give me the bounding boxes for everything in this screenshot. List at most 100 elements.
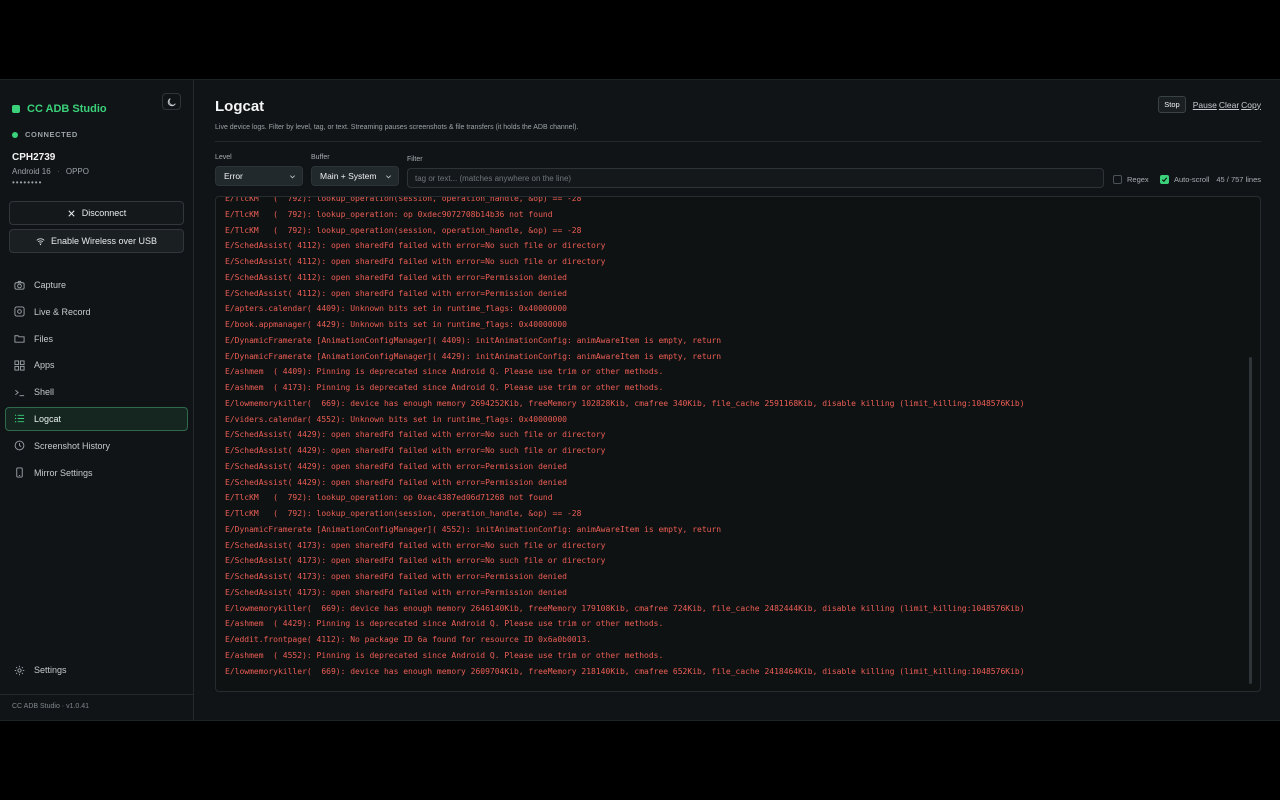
sidebar-item-label: Logcat bbox=[34, 413, 62, 424]
sidebar-nav: Capture Live & Record Files Apps Shell L… bbox=[0, 273, 193, 487]
log-line: E/SchedAssist( 4429): open sharedFd fail… bbox=[225, 446, 606, 455]
sidebar-item-label: Capture bbox=[34, 280, 67, 290]
disconnect-button[interactable]: Disconnect bbox=[9, 201, 184, 225]
sidebar-item-logcat[interactable]: Logcat bbox=[5, 406, 188, 431]
terminal-icon bbox=[15, 389, 25, 396]
log-line: E/DynamicFramerate [AnimationConfigManag… bbox=[225, 524, 722, 534]
device-serial: •••••••• bbox=[12, 178, 43, 187]
close-icon bbox=[68, 209, 75, 217]
version-footer: CC ADB Studio · v1.0.41 bbox=[0, 694, 193, 720]
sidebar-item-capture[interactable]: Capture bbox=[5, 273, 188, 297]
device-android-version: Android 16 bbox=[12, 167, 51, 176]
level-select[interactable]: Error bbox=[215, 166, 303, 186]
log-line: E/TlcKM ( 792): lookup_operation(session… bbox=[225, 509, 582, 518]
sidebar-item-shell[interactable]: Shell bbox=[5, 380, 188, 404]
divider bbox=[215, 141, 1261, 142]
enable-wireless-label: Enable Wireless over USB bbox=[50, 236, 158, 246]
log-line: E/book.appmanager( 4429): Unknown bits s… bbox=[225, 320, 567, 329]
log-line: E/apters.calendar( 4409): Unknown bits s… bbox=[225, 304, 567, 314]
chevron-down-icon bbox=[386, 175, 391, 179]
pause-button[interactable]: Pause bbox=[1193, 100, 1217, 110]
sidebar-item-label: Mirror Settings bbox=[34, 467, 93, 478]
buffer-select-value: Main + System bbox=[320, 171, 377, 181]
log-line: E/lowmemorykiller( 669): device has enou… bbox=[225, 398, 1025, 408]
autoscroll-checkbox-box[interactable] bbox=[1160, 175, 1169, 184]
level-select-value: Error bbox=[224, 171, 243, 181]
apps-grid-icon bbox=[14, 360, 25, 371]
log-line: E/SchedAssist( 4173): open sharedFd fail… bbox=[225, 556, 606, 566]
log-line: E/lowmemorykiller( 669): device has enou… bbox=[225, 666, 1025, 676]
log-line: E/SchedAssist( 4173): open sharedFd fail… bbox=[225, 587, 567, 597]
log-line: E/SchedAssist( 4173): open sharedFd fail… bbox=[225, 540, 606, 550]
log-line: E/SchedAssist( 4429): open sharedFd fail… bbox=[225, 430, 606, 440]
device-maker: OPPO bbox=[65, 167, 89, 176]
sidebar-item-apps[interactable]: Apps bbox=[5, 353, 188, 377]
filter-input[interactable]: tag or text... (matches anywhere on the … bbox=[407, 168, 1104, 188]
log-line: E/TlcKM ( 792): lookup_operation(session… bbox=[225, 196, 582, 203]
status-dot-icon bbox=[12, 131, 18, 138]
log-line: E/SchedAssist( 4112): open sharedFd fail… bbox=[225, 257, 606, 266]
filter-controls: Level Error Buffer Main + System Filter … bbox=[215, 148, 1261, 196]
list-icon bbox=[14, 415, 25, 423]
regex-checkbox[interactable]: Regex bbox=[1113, 175, 1149, 184]
log-line: E/DynamicFramerate [AnimationConfigManag… bbox=[225, 335, 722, 345]
buffer-select[interactable]: Main + System bbox=[311, 166, 399, 186]
log-line: E/TlcKM ( 792): lookup_operation: op 0xd… bbox=[225, 209, 553, 219]
filter-label: Filter bbox=[407, 156, 423, 163]
gear-icon bbox=[14, 665, 25, 675]
theme-toggle-button[interactable] bbox=[162, 93, 181, 110]
device-name: CPH2739 bbox=[12, 152, 56, 163]
log-line: E/SchedAssist( 4112): open sharedFd fail… bbox=[225, 241, 606, 251]
autoscroll-checkbox[interactable]: Auto-scroll bbox=[1160, 175, 1209, 184]
log-line: E/SchedAssist( 4429): open sharedFd fail… bbox=[225, 461, 567, 471]
disconnect-label: Disconnect bbox=[81, 208, 127, 218]
log-line: E/SchedAssist( 4173): open sharedFd fail… bbox=[225, 572, 567, 581]
clear-button[interactable]: Clear bbox=[1219, 100, 1239, 110]
log-output[interactable]: E/TlcKM ( 792): lookup_operation(session… bbox=[215, 196, 1261, 692]
copy-button[interactable]: Copy bbox=[1241, 100, 1261, 110]
connection-status-label: CONNECTED bbox=[25, 130, 78, 139]
sidebar-item-files[interactable]: Files bbox=[5, 327, 188, 351]
regex-label: Regex bbox=[1127, 175, 1149, 184]
app-title: CC ADB Studio bbox=[27, 103, 107, 115]
brand-logo-icon bbox=[12, 105, 20, 113]
sidebar-item-settings[interactable]: Settings bbox=[5, 658, 188, 682]
sidebar-item-label: Apps bbox=[34, 360, 55, 371]
moon-icon bbox=[167, 97, 176, 106]
device-info: Android 16 · OPPO bbox=[12, 167, 89, 176]
log-line: E/SchedAssist( 4429): open sharedFd fail… bbox=[225, 477, 567, 487]
wifi-icon bbox=[36, 237, 45, 245]
sidebar-item-screenshot-history[interactable]: Screenshot History bbox=[5, 434, 188, 458]
log-line: E/ashmem ( 4173): Pinning is deprecated … bbox=[225, 383, 664, 392]
log-line: E/ashmem ( 4409): Pinning is deprecated … bbox=[225, 367, 664, 377]
sidebar-item-live-record[interactable]: Live & Record bbox=[5, 300, 188, 324]
stop-button[interactable]: Stop bbox=[1158, 96, 1186, 113]
log-lines: E/TlcKM ( 792): lookup_operation(session… bbox=[216, 196, 1260, 679]
level-label: Level bbox=[215, 154, 232, 161]
sidebar-item-label: Live & Record bbox=[34, 306, 91, 317]
scrollbar[interactable] bbox=[1249, 357, 1252, 684]
log-line: E/ashmem ( 4552): Pinning is deprecated … bbox=[225, 650, 664, 660]
camera-icon bbox=[14, 280, 25, 290]
phone-icon bbox=[16, 467, 23, 478]
sidebar: CC ADB Studio CONNECTED CPH2739 Android … bbox=[0, 80, 194, 720]
autoscroll-label: Auto-scroll bbox=[1174, 175, 1210, 184]
log-line: E/SchedAssist( 4112): open sharedFd fail… bbox=[225, 272, 567, 282]
history-icon bbox=[14, 440, 25, 451]
enable-wireless-button[interactable]: Enable Wireless over USB bbox=[9, 229, 184, 253]
buffer-label: Buffer bbox=[311, 154, 330, 161]
log-line: E/eddit.frontpage( 4112): No package ID … bbox=[225, 635, 592, 644]
sidebar-item-label: Screenshot History bbox=[34, 440, 111, 451]
device-panel: CONNECTED CPH2739 Android 16 · OPPO ••••… bbox=[0, 130, 193, 187]
check-icon bbox=[1161, 177, 1168, 183]
logcat-actions: Stop Pause Clear Copy bbox=[1158, 96, 1261, 113]
sidebar-item-label: Shell bbox=[34, 387, 55, 398]
page-title: Logcat bbox=[215, 98, 265, 115]
log-line: E/lowmemorykiller( 669): device has enou… bbox=[225, 603, 1025, 613]
sidebar-item-mirror-settings[interactable]: Mirror Settings bbox=[5, 461, 188, 485]
log-line: E/TlcKM ( 792): lookup_operation: op 0xa… bbox=[225, 493, 553, 503]
regex-checkbox-box[interactable] bbox=[1113, 175, 1122, 184]
record-icon bbox=[14, 306, 25, 317]
page-description: Live device logs. Filter by level, tag, … bbox=[215, 124, 579, 131]
chevron-down-icon bbox=[290, 175, 295, 179]
